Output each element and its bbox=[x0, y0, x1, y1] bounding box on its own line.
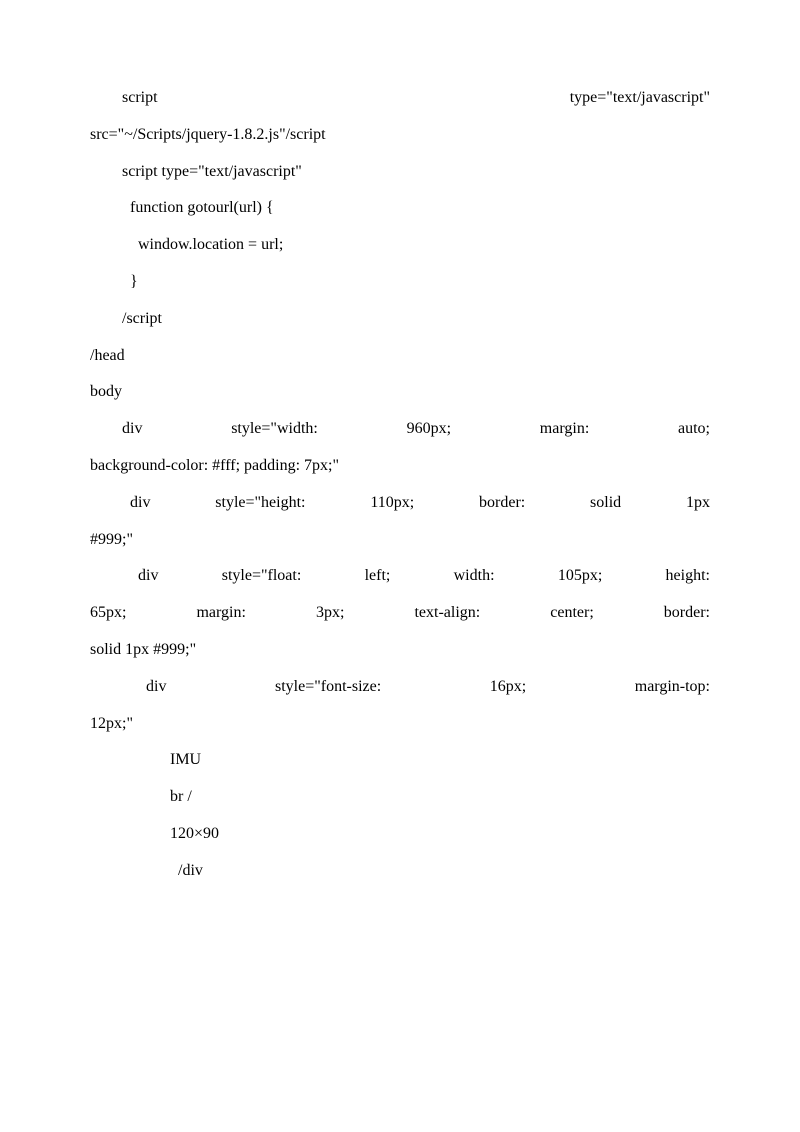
code-line: body bbox=[90, 374, 710, 411]
code-line: /script bbox=[90, 301, 710, 338]
code-line: } bbox=[90, 264, 710, 301]
code-line: background-color: #fff; padding: 7px;" bbox=[90, 448, 710, 485]
code-line: window.location = url; bbox=[90, 227, 710, 264]
document-page: script type="text/javascript" src="~/Scr… bbox=[0, 0, 800, 1132]
code-line: div style="width: 960px; margin: auto; bbox=[90, 411, 710, 448]
code-line: solid 1px #999;" bbox=[90, 632, 710, 669]
code-line: #999;" bbox=[90, 522, 710, 559]
code-line: /head bbox=[90, 338, 710, 375]
code-line: 120×90 bbox=[90, 816, 710, 853]
code-line: div style="float: left; width: 105px; he… bbox=[90, 558, 710, 595]
code-line: script type="text/javascript" bbox=[90, 80, 710, 117]
code-line: div style="font-size: 16px; margin-top: bbox=[90, 669, 710, 706]
code-line: IMU bbox=[90, 742, 710, 779]
code-line: script type="text/javascript" bbox=[90, 154, 710, 191]
code-line: 12px;" bbox=[90, 706, 710, 743]
code-line: src="~/Scripts/jquery-1.8.2.js"/script bbox=[90, 117, 710, 154]
code-line: 65px; margin: 3px; text-align: center; b… bbox=[90, 595, 710, 632]
code-line: function gotourl(url) { bbox=[90, 190, 710, 227]
code-line: br / bbox=[90, 779, 710, 816]
code-line: div style="height: 110px; border: solid … bbox=[90, 485, 710, 522]
code-line: /div bbox=[90, 853, 710, 890]
